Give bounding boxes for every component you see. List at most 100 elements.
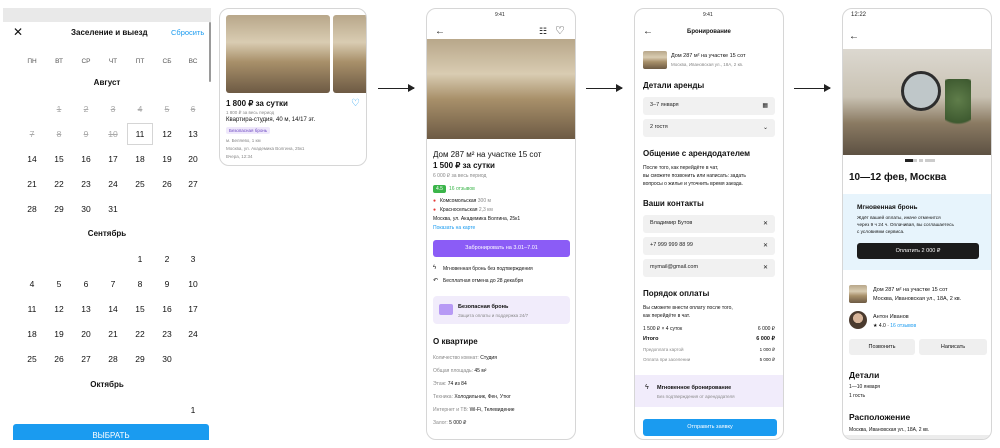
calendar-day[interactable]: 17 [181,304,205,314]
calendar-day[interactable]: 26 [47,354,71,364]
calendar-day[interactable]: 26 [155,179,179,189]
guests-field[interactable]: 2 гостя ⌄ [643,119,775,137]
clear-icon[interactable]: ✕ [763,220,768,227]
reset-link[interactable]: Сбросить [171,28,204,37]
email-field[interactable]: mymail@gmail.com ✕ [643,259,775,277]
booking-screen: 9:41 ← Бронирование Дом 287 м² на участк… [634,8,784,440]
calendar-day[interactable]: 24 [181,329,205,339]
calendar-day[interactable]: 30 [74,204,98,214]
calendar-day[interactable]: 10 [181,279,205,289]
back-arrow-icon[interactable]: ← [643,26,653,37]
calendar-day[interactable]: 1 [181,405,205,415]
write-button[interactable]: Написать [919,339,987,355]
calendar-day[interactable]: 25 [20,354,44,364]
reviews-link[interactable]: 16 отзывов [449,186,475,192]
calendar-day[interactable]: 31 [101,204,125,214]
calendar-day[interactable]: 11 [20,304,44,314]
mirror-shape [901,71,941,111]
heart-icon[interactable]: ♡ [351,98,360,109]
calendar-day[interactable]: 15 [47,154,71,164]
calendar-day[interactable]: 3 [181,254,205,264]
calendar-day[interactable]: 23 [74,179,98,189]
close-icon[interactable]: ✕ [13,25,23,39]
calendar-day[interactable]: 17 [101,154,125,164]
month-august: Август [93,78,121,87]
calendar-day[interactable]: 12 [47,304,71,314]
book-button[interactable]: Забронировать на 3.01–7.01 [433,240,570,257]
map-link[interactable]: Показать на карте [433,225,475,231]
listing-card[interactable]: 1 800 ₽ за сутки ♡ 1 800 ₽ за весь перио… [219,8,367,166]
calendar-day[interactable]: 28 [101,354,125,364]
calendar-day[interactable]: 9 [155,279,179,289]
calendar-day[interactable]: 18 [20,329,44,339]
calendar-day[interactable]: 7 [101,279,125,289]
listing-price: 1 500 ₽ за сутки [433,161,495,170]
calendar-day[interactable]: 28 [20,204,44,214]
name-field[interactable]: Владимир Бутов ✕ [643,215,775,233]
calendar-day[interactable]: 18 [128,154,152,164]
calendar-day[interactable]: 23 [155,329,179,339]
send-button[interactable]: Отправить заявку [643,419,777,436]
phone-field[interactable]: +7 999 999 88 99 ✕ [643,237,775,255]
calendar-day[interactable]: 27 [74,354,98,364]
safe-badge: Безопасная бронь [226,127,271,134]
pay-button[interactable]: Оплатить 2 000 ₽ [857,243,979,259]
listing-title: Квартира-студия, 40 м, 14/17 эт. [226,117,316,123]
clear-icon[interactable]: ✕ [763,242,768,249]
contact-text-3: вопросы о жилье и уточнить время заезда. [643,181,743,187]
calendar-day[interactable]: 4 [20,279,44,289]
spec-tech: Техника: Холодильник, Фен, Утюг [433,394,511,400]
dates-field[interactable]: 3–7 января ▦ [643,97,775,115]
calendar-day[interactable]: 14 [20,154,44,164]
calendar-day[interactable]: 5 [47,279,71,289]
phone-value: +7 999 999 88 99 [650,242,693,248]
calendar-day[interactable]: 30 [155,354,179,364]
spec-area: Общая площадь: 45 м² [433,368,486,374]
calendar-day[interactable]: 19 [155,154,179,164]
back-arrow-icon[interactable]: ← [849,31,859,42]
calendar-day[interactable]: 14 [101,304,125,314]
calendar-day[interactable]: 29 [128,354,152,364]
calendar-day[interactable]: 12 [155,129,179,139]
calendar-day[interactable]: 13 [181,129,205,139]
scrollbar[interactable] [209,22,211,82]
call-button-label: Позвонить [868,344,896,350]
calendar-day[interactable]: 22 [47,179,71,189]
calendar-day[interactable]: 11 [127,123,153,145]
total-label: Итого [643,336,659,342]
calendar-day[interactable]: 16 [74,154,98,164]
heart-icon[interactable]: ♡ [555,24,565,37]
metro-1: Комсомольская 300 м [440,198,491,204]
calendar-day[interactable]: 13 [74,304,98,314]
calendar-day[interactable]: 16 [155,304,179,314]
calendar-day[interactable]: 1 [128,254,152,264]
calendar-day[interactable]: 27 [181,179,205,189]
calendar-day[interactable]: 25 [128,179,152,189]
status-time: 12:22 [851,12,867,18]
calendar-day[interactable]: 22 [128,329,152,339]
calendar-day[interactable]: 15 [128,304,152,314]
calendar-day[interactable]: 2 [155,254,179,264]
compare-icon[interactable]: ☷ [539,26,547,37]
select-button[interactable]: ВЫБРАТЬ [13,424,209,440]
calendar-day[interactable]: 29 [47,204,71,214]
call-button[interactable]: Позвонить [849,339,915,355]
calc-label: 1 500 ₽ × 4 суток [643,326,683,332]
pay-title: Порядок оплаты [643,289,710,298]
carousel-dots [905,159,935,162]
name-value: Владимир Бутов [650,220,693,226]
clear-icon[interactable]: ✕ [763,264,768,271]
calendar-day[interactable]: 21 [101,329,125,339]
calendar-day[interactable]: 6 [74,279,98,289]
calendar-day[interactable]: 21 [20,179,44,189]
calendar-day[interactable]: 8 [128,279,152,289]
host-reviews[interactable]: 16 отзывов [890,323,916,329]
back-arrow-icon[interactable]: ← [435,26,445,37]
send-button-label: Отправить заявку [687,424,733,430]
calendar-day[interactable]: 19 [47,329,71,339]
calendar-day[interactable]: 20 [74,329,98,339]
calendar-day[interactable]: 20 [181,154,205,164]
calendar-day[interactable]: 24 [101,179,125,189]
listing-metro: м. Беляево, 1 км [226,138,261,143]
calendar-day: 4 [137,104,143,114]
